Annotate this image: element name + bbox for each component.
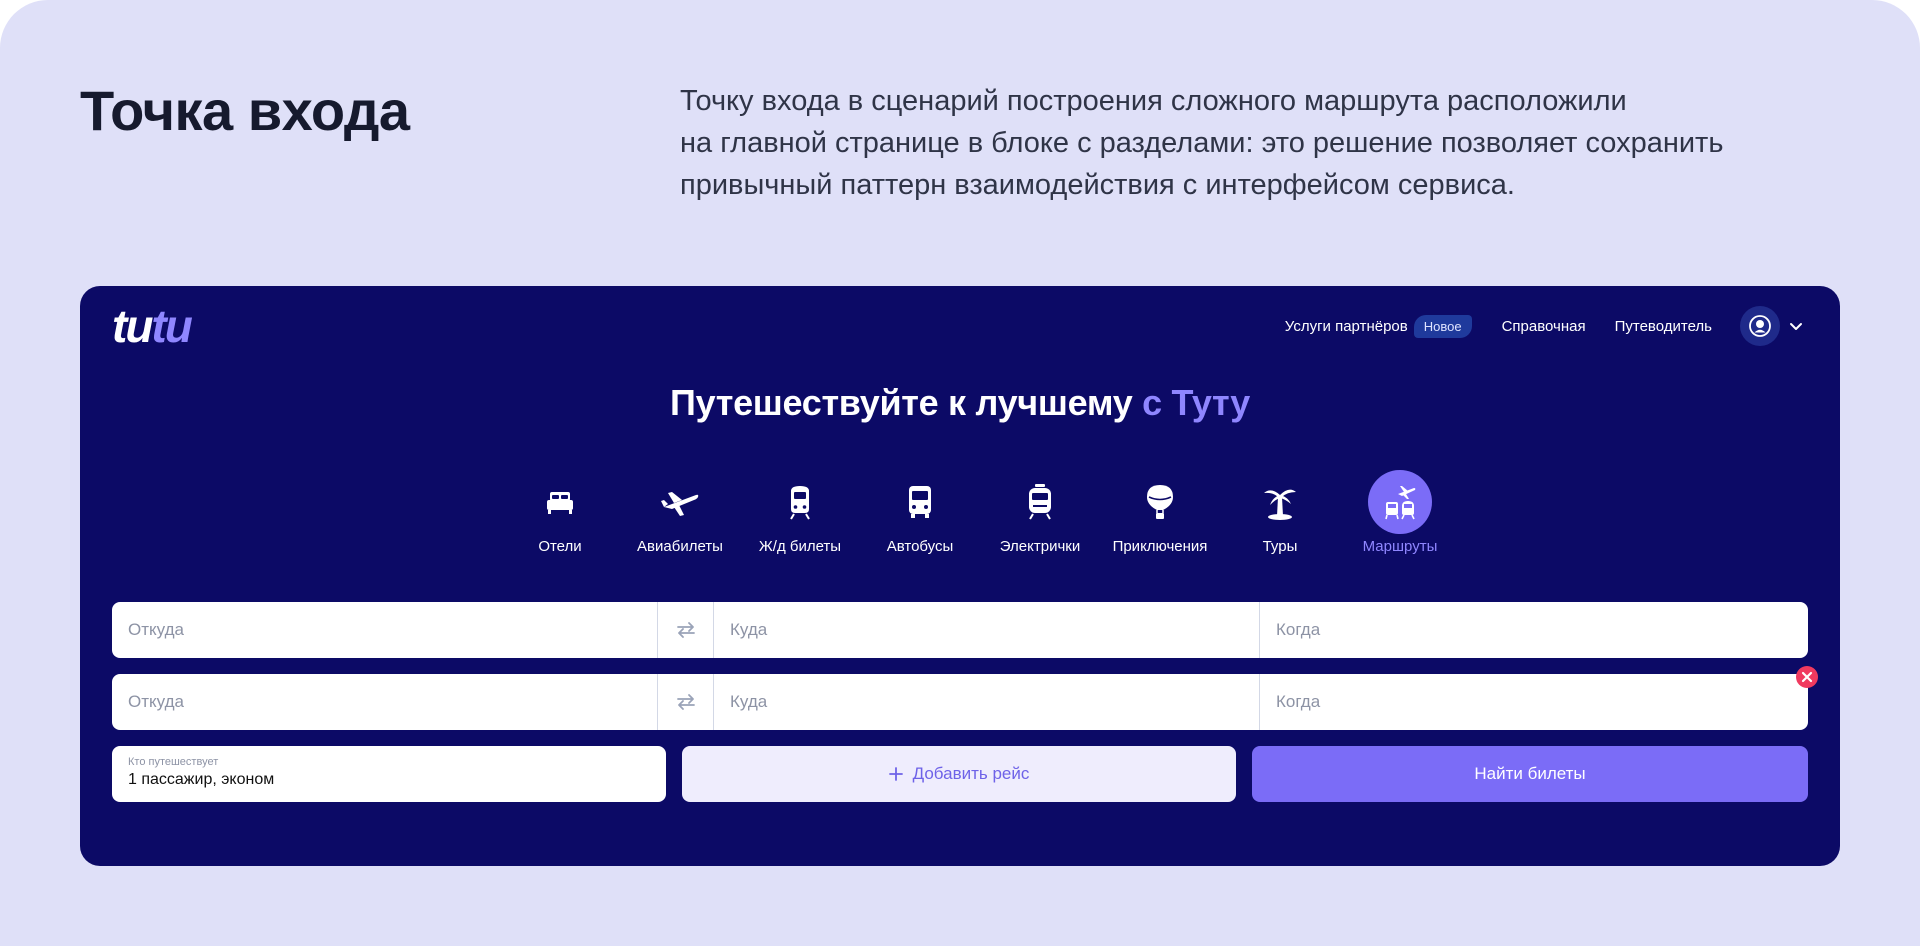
route-row: Откуда Куда Когда	[112, 602, 1808, 658]
passengers-value: 1 пассажир, эконом	[128, 771, 275, 788]
app-screenshot: tutu Услуги партнёров Новое Справочная П…	[80, 286, 1840, 866]
tab-label: Электрички	[999, 538, 1081, 555]
tab-label: Приключения	[1112, 538, 1208, 555]
close-icon	[1801, 671, 1813, 683]
description-line: Точку входа в сценарий построения сложно…	[680, 85, 1627, 117]
hero-title-main: Путешествуйте к лучшему	[670, 382, 1133, 423]
logo-part-white: tu	[112, 300, 153, 352]
swap-button[interactable]	[658, 674, 714, 730]
bed-icon	[528, 470, 592, 534]
from-field[interactable]: Откуда	[112, 602, 658, 658]
passengers-label: Кто путешествует	[128, 756, 219, 768]
add-flight-button[interactable]: Добавить рейс	[682, 746, 1236, 802]
hero-title: Путешествуйте к лучшему с Туту	[80, 382, 1840, 424]
slide: Точка входа Точку входа в сценарий постр…	[0, 0, 1920, 946]
tab-buses[interactable]: Автобусы	[860, 470, 980, 566]
nav-partners-label: Услуги партнёров	[1284, 317, 1408, 335]
plus-icon	[888, 767, 903, 781]
chevron-down-icon[interactable]	[1788, 318, 1804, 334]
balloon-icon	[1128, 470, 1192, 534]
tab-label: Ж/д билеты	[758, 538, 842, 555]
user-icon	[1749, 315, 1771, 337]
slide-title: Точка входа	[80, 79, 410, 142]
description-line: на главной странице в блоке с разделами:…	[680, 127, 1724, 159]
nav-guide[interactable]: Путеводитель	[1615, 318, 1712, 335]
category-tabs: Отели Авиабилеты Ж/д билеты Автобусы Эле…	[500, 470, 1460, 566]
description-line: привычный паттерн взаимодействия с интер…	[680, 169, 1515, 201]
tutu-logo[interactable]: tutu	[112, 303, 193, 349]
tab-routes[interactable]: Маршруты	[1340, 470, 1460, 566]
routes-icon	[1368, 470, 1432, 534]
nav-help[interactable]: Справочная	[1502, 318, 1586, 335]
tab-label: Авиабилеты	[637, 538, 723, 555]
hero-title-accent: с Туту	[1142, 382, 1250, 423]
tab-label: Отели	[538, 538, 582, 555]
tab-label: Маршруты	[1362, 538, 1438, 555]
tab-adventures[interactable]: Приключения	[1100, 470, 1220, 566]
tab-flights[interactable]: Авиабилеты	[620, 470, 740, 566]
swap-icon	[676, 694, 695, 710]
tab-trains[interactable]: Ж/д билеты	[740, 470, 860, 566]
logo-part-violet: tu	[151, 300, 192, 352]
new-badge: Новое	[1413, 314, 1472, 338]
date-field[interactable]: Когда	[1260, 674, 1808, 730]
tab-tours[interactable]: Туры	[1220, 470, 1340, 566]
tab-hotels[interactable]: Отели	[500, 470, 620, 566]
passengers-select[interactable]: Кто путешествует 1 пассажир, эконом	[112, 746, 666, 802]
swap-icon	[676, 622, 695, 638]
add-flight-label: Добавить рейс	[912, 764, 1030, 783]
find-tickets-button[interactable]: Найти билеты	[1252, 746, 1808, 802]
to-field[interactable]: Куда	[714, 602, 1260, 658]
palm-icon	[1248, 470, 1312, 534]
slide-description: Точку входа в сценарий построения сложно…	[680, 80, 1840, 206]
tab-label: Автобусы	[886, 538, 954, 555]
plane-icon	[648, 470, 712, 534]
swap-button[interactable]	[658, 602, 714, 658]
bus-icon	[888, 470, 952, 534]
train-icon	[768, 470, 832, 534]
nav-partners[interactable]: Услуги партнёров Новое	[1284, 314, 1472, 338]
tab-label: Туры	[1262, 538, 1298, 555]
date-field[interactable]: Когда	[1260, 602, 1808, 658]
from-field[interactable]: Откуда	[112, 674, 658, 730]
to-field[interactable]: Куда	[714, 674, 1260, 730]
user-avatar[interactable]	[1740, 306, 1780, 346]
route-row: Откуда Куда Когда	[112, 674, 1808, 730]
search-actions: Кто путешествует 1 пассажир, эконом Доба…	[112, 746, 1808, 802]
top-navigation: Услуги партнёров Новое Справочная Путево…	[1285, 306, 1804, 346]
suburban-train-icon	[1008, 470, 1072, 534]
remove-route-button[interactable]	[1796, 666, 1818, 688]
tab-suburban-trains[interactable]: Электрички	[980, 470, 1100, 566]
